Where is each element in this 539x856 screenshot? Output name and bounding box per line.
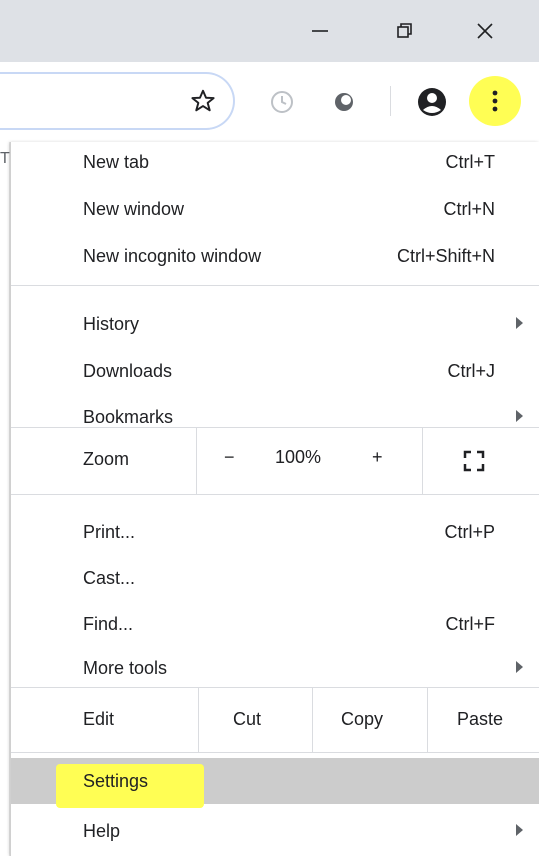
chrome-menu-button[interactable] bbox=[469, 76, 521, 126]
minimize-icon bbox=[312, 30, 328, 32]
menu-separator bbox=[11, 285, 539, 286]
profile-icon[interactable] bbox=[416, 86, 448, 118]
edit-divider bbox=[427, 688, 428, 752]
menu-item-downloads[interactable]: Downloads Ctrl+J bbox=[11, 351, 539, 391]
history-clock-icon bbox=[271, 91, 293, 113]
chrome-main-menu: New tab Ctrl+T New window Ctrl+N New inc… bbox=[10, 142, 539, 856]
submenu-arrow-icon bbox=[516, 317, 523, 329]
zoom-divider bbox=[196, 428, 197, 494]
title-bar bbox=[0, 0, 539, 62]
menu-item-shortcut: Ctrl+P bbox=[444, 521, 495, 542]
restore-button[interactable] bbox=[370, 0, 440, 62]
menu-item-shortcut: Ctrl+J bbox=[447, 360, 495, 381]
edit-label: Edit bbox=[83, 709, 115, 729]
menu-item-history[interactable]: History bbox=[11, 304, 539, 344]
menu-item-label: Bookmarks bbox=[83, 406, 174, 427]
toolbar-divider bbox=[390, 86, 391, 116]
zoom-out-button[interactable]: − bbox=[224, 447, 235, 468]
page-partial-text: T bbox=[0, 150, 10, 167]
close-button[interactable] bbox=[450, 0, 520, 62]
cut-button[interactable]: Cut bbox=[233, 709, 261, 730]
close-icon bbox=[477, 23, 493, 39]
account-icon bbox=[418, 88, 446, 116]
menu-item-label: More tools bbox=[83, 657, 168, 678]
submenu-arrow-icon bbox=[516, 824, 523, 836]
edit-row: Edit Cut Copy Paste bbox=[11, 688, 539, 752]
minimize-button[interactable] bbox=[285, 0, 355, 62]
menu-separator bbox=[11, 752, 539, 753]
zoom-level: 100% bbox=[275, 447, 322, 467]
menu-item-settings[interactable]: Settings bbox=[83, 771, 148, 792]
restore-icon bbox=[397, 23, 412, 38]
menu-item-new-window[interactable]: New window Ctrl+N bbox=[11, 189, 539, 229]
edit-divider bbox=[312, 688, 313, 752]
menu-item-print[interactable]: Print... Ctrl+P bbox=[11, 512, 539, 552]
submenu-arrow-icon bbox=[516, 410, 523, 422]
menu-item-shortcut: Ctrl+N bbox=[443, 198, 495, 219]
zoom-label: Zoom bbox=[83, 449, 130, 469]
extension-circle-icon bbox=[335, 93, 353, 111]
toolbar bbox=[0, 62, 539, 142]
menu-item-label: Cast... bbox=[83, 567, 136, 588]
menu-item-shortcut: Ctrl+F bbox=[445, 613, 496, 634]
menu-item-label: New incognito window bbox=[83, 245, 262, 266]
menu-item-label: Help bbox=[83, 820, 121, 841]
edit-divider bbox=[198, 688, 199, 752]
menu-item-find[interactable]: Find... Ctrl+F bbox=[11, 604, 539, 644]
history-icon[interactable] bbox=[268, 88, 296, 116]
menu-item-new-incognito-window[interactable]: New incognito window Ctrl+Shift+N bbox=[11, 236, 539, 276]
menu-item-label: Find... bbox=[83, 613, 134, 634]
menu-item-label: History bbox=[83, 313, 140, 334]
menu-item-label: New tab bbox=[83, 151, 150, 172]
kebab-menu-icon bbox=[492, 90, 498, 112]
submenu-arrow-icon bbox=[516, 661, 523, 673]
zoom-divider bbox=[422, 428, 423, 494]
zoom-in-button[interactable]: + bbox=[372, 447, 383, 468]
menu-item-label: Downloads bbox=[83, 360, 173, 381]
menu-item-more-tools[interactable]: More tools bbox=[11, 648, 539, 688]
paste-button[interactable]: Paste bbox=[457, 709, 503, 730]
menu-item-label: Print... bbox=[83, 521, 136, 542]
menu-item-help[interactable]: Help bbox=[11, 811, 539, 851]
menu-item-shortcut: Ctrl+T bbox=[445, 151, 496, 172]
menu-item-shortcut: Ctrl+Shift+N bbox=[396, 245, 495, 266]
fullscreen-icon[interactable] bbox=[463, 450, 485, 472]
page-content-edge bbox=[0, 142, 10, 856]
menu-item-new-tab[interactable]: New tab Ctrl+T bbox=[11, 142, 539, 182]
menu-item-label: New window bbox=[83, 198, 185, 219]
zoom-row: Zoom − 100% + bbox=[11, 428, 539, 494]
menu-separator bbox=[11, 494, 539, 495]
menu-item-cast[interactable]: Cast... bbox=[11, 558, 539, 598]
copy-button[interactable]: Copy bbox=[341, 709, 383, 730]
extension-icon[interactable] bbox=[332, 90, 356, 114]
star-icon[interactable] bbox=[190, 88, 216, 114]
